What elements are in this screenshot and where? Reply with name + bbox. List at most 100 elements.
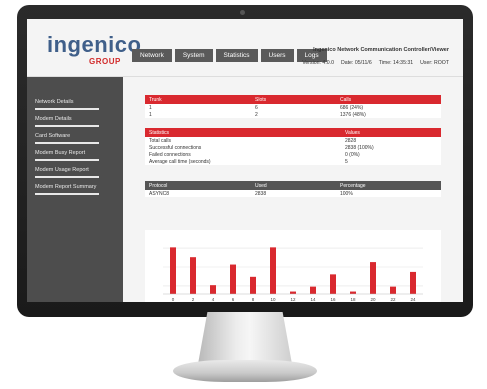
monitor-frame: ingenico GROUP Network System Statistics… xyxy=(17,5,473,317)
cell: 2838 (100%) xyxy=(345,144,374,151)
chart-bar xyxy=(170,247,176,294)
trunk-table-header: Trunk Slots Calls xyxy=(145,95,441,104)
cell: 2838 xyxy=(255,190,267,197)
col-slots: Slots xyxy=(255,96,267,103)
time-text: Time: 14:35:31 xyxy=(378,60,414,66)
date-text: Date: 05/11/6 xyxy=(340,60,372,66)
x-tick-label: 24 xyxy=(410,297,416,302)
col-statistics: Statistics xyxy=(149,129,170,136)
sidebar-item-label: Modem Report Summary xyxy=(35,184,97,190)
sidebar-underline xyxy=(35,193,99,195)
sidebar-item-card-software[interactable]: Card Software xyxy=(35,133,123,150)
x-tick-label: 16 xyxy=(330,297,336,302)
x-tick-label: 4 xyxy=(212,297,215,302)
sidebar-item-label: Network Details xyxy=(35,99,74,105)
camera-icon xyxy=(240,10,245,15)
cell: 5 xyxy=(345,158,348,165)
nav-statistics[interactable]: Statistics xyxy=(215,49,258,62)
sidebar-underline xyxy=(35,176,99,178)
app-title: Ingenico Network Communication Controlle… xyxy=(313,47,449,53)
cell: Total calls xyxy=(149,137,171,144)
cell: 1376 (48%) xyxy=(340,111,366,118)
x-tick-label: 20 xyxy=(370,297,376,302)
x-tick-label: 14 xyxy=(310,297,316,302)
chart-bar xyxy=(370,262,376,294)
x-tick-label: 6 xyxy=(232,297,235,302)
version-text: Version: 4.0.0 xyxy=(302,60,334,66)
chart-bar xyxy=(290,291,296,294)
sidebar-underline xyxy=(35,125,99,127)
chart-bar xyxy=(190,257,196,294)
sidebar-item-modem-busy-report[interactable]: Modem Busy Report xyxy=(35,150,123,167)
chart-bar xyxy=(270,247,276,294)
logo: ingenico xyxy=(47,32,142,57)
sidebar-item-modem-details[interactable]: Modem Details xyxy=(35,116,123,133)
sidebar-item-label: Modem Usage Report xyxy=(35,167,89,173)
x-tick-label: 22 xyxy=(390,297,396,302)
table-row: 1 2 1376 (48%) xyxy=(145,111,441,118)
cell: 686 (24%) xyxy=(340,104,364,111)
nav-system[interactable]: System xyxy=(174,49,213,62)
sidebar: Network Details Modem Details Card Softw… xyxy=(27,77,123,302)
x-tick-label: 2 xyxy=(192,297,195,302)
sidebar-item-modem-report-summary[interactable]: Modem Report Summary xyxy=(35,184,123,201)
monitor-stand-neck xyxy=(198,312,292,364)
sidebar-underline xyxy=(35,108,99,110)
trunk-table: Trunk Slots Calls 1 6 686 (24%) 1 2 1376… xyxy=(145,95,441,118)
chart-bar xyxy=(250,276,256,294)
cell: 1 xyxy=(149,104,152,111)
table-row: Total calls 2828 xyxy=(145,137,441,144)
cell: 2828 xyxy=(345,137,357,144)
col-protocol: Protocol xyxy=(149,182,168,189)
x-tick-label: 10 xyxy=(270,297,276,302)
main-content: Trunk Slots Calls 1 6 686 (24%) 1 2 1376… xyxy=(123,77,463,302)
cell: ASYNC8 xyxy=(149,190,170,197)
table-row: 1 6 686 (24%) xyxy=(145,104,441,111)
table-row: Successful connections 2838 (100%) xyxy=(145,144,441,151)
sidebar-underline xyxy=(35,142,99,144)
cell: Failed connections xyxy=(149,151,191,158)
app-meta: Version: 4.0.0 Date: 05/11/6 Time: 14:35… xyxy=(302,60,449,66)
table-row: ASYNC8 2838 100% xyxy=(145,190,441,197)
sidebar-item-label: Modem Busy Report xyxy=(35,150,86,156)
protocol-table-header: Protocol Used Percentage xyxy=(145,181,441,190)
chart-bar xyxy=(310,286,316,294)
x-tick-label: 8 xyxy=(252,297,255,302)
table-row: Failed connections 0 (0%) xyxy=(145,151,441,158)
user-text: User: ROOT xyxy=(420,60,449,66)
cell: 2 xyxy=(255,111,258,118)
col-trunk: Trunk xyxy=(149,96,162,103)
sidebar-underline xyxy=(35,159,99,161)
chart-bar xyxy=(410,271,416,294)
screen: ingenico GROUP Network System Statistics… xyxy=(27,19,463,302)
top-nav: Network System Statistics Users Logs xyxy=(132,49,327,62)
sidebar-item-network-details[interactable]: Network Details xyxy=(35,99,123,116)
cell: 6 xyxy=(255,104,258,111)
stats-table-header: Statistics Values xyxy=(145,128,441,137)
cell: 1 xyxy=(149,111,152,118)
sidebar-item-modem-usage-report[interactable]: Modem Usage Report xyxy=(35,167,123,184)
cell: 0 (0%) xyxy=(345,151,360,158)
cell: Average call time (seconds) xyxy=(149,158,211,165)
cell: 100% xyxy=(340,190,353,197)
chart-svg: 0 2 4 6 8 10 12 14 16 18 20 22 24 xyxy=(163,247,423,302)
col-used: Used xyxy=(255,182,267,189)
chart-bar xyxy=(210,285,216,294)
x-tick-label: 18 xyxy=(350,297,356,302)
nav-users[interactable]: Users xyxy=(260,49,294,62)
sidebar-item-label: Card Software xyxy=(35,133,71,139)
monitor-stand-base xyxy=(173,360,317,382)
col-calls: Calls xyxy=(340,96,352,103)
nav-network[interactable]: Network xyxy=(132,49,172,62)
chart-bar xyxy=(330,274,336,294)
usage-bar-chart: 0 2 4 6 8 10 12 14 16 18 20 22 24 xyxy=(145,230,441,302)
col-percentage: Percentage xyxy=(340,182,366,189)
table-row: Average call time (seconds) 5 xyxy=(145,158,441,165)
chart-bar xyxy=(230,264,236,294)
sidebar-item-label: Modem Details xyxy=(35,116,72,122)
chart-bar xyxy=(390,286,396,294)
app-header: ingenico GROUP Network System Statistics… xyxy=(27,19,463,77)
chart-bar xyxy=(350,291,356,294)
cell: Successful connections xyxy=(149,144,202,151)
stats-table: Statistics Values Total calls 2828 Succe… xyxy=(145,128,441,165)
